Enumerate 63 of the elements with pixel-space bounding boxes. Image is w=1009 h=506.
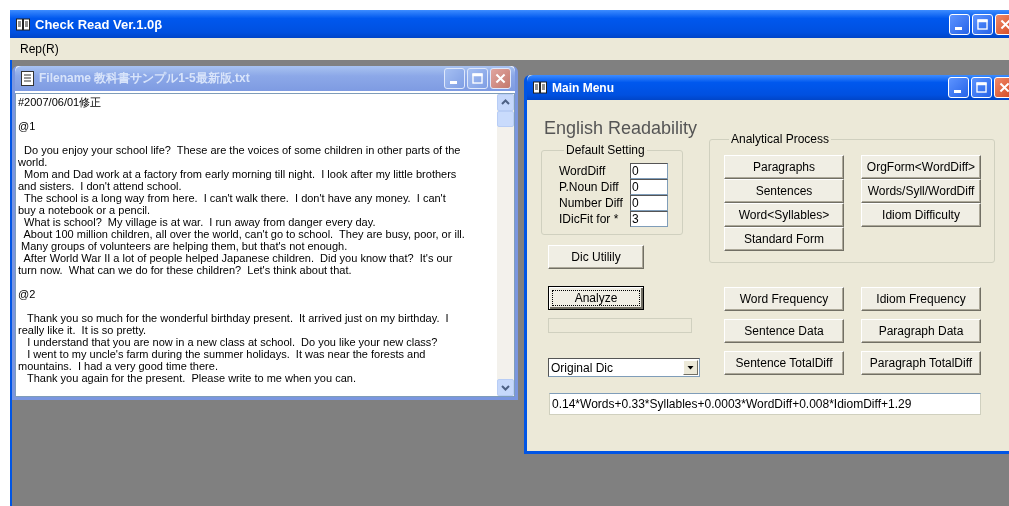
text-line: #2007/06/01修正 (18, 96, 103, 108)
document-icon (21, 71, 34, 86)
text-line: About 100 million children, all over the world, can't go to school. They are busy, poor, or ill. (22, 228, 466, 240)
window-title: Filename 教科書サンプル1-5最新版.txt (39, 70, 251, 87)
result-button[interactable]: Paragraph Data (861, 319, 981, 343)
result-button[interactable]: Sentence TotalDiff (724, 351, 844, 375)
group-label: Default Setting (565, 143, 646, 157)
scroll-up-button[interactable] (497, 94, 514, 111)
process-button[interactable]: Idiom Difficulty (861, 203, 981, 227)
text-line: world. (18, 156, 49, 168)
text-line: buy a notebook or a pencil. (18, 204, 152, 216)
analyze-button[interactable]: Analyze (548, 286, 644, 310)
result-button[interactable]: Sentence Data (724, 319, 844, 343)
process-button[interactable]: Standard Form (724, 227, 844, 251)
process-button[interactable]: Words/Syll/WordDiff (861, 179, 981, 203)
text-line: Thank you so much for the wonderful birthday present. It arrived just on my birthday. I (25, 312, 450, 324)
dropdown-button[interactable] (683, 360, 698, 375)
menu-item[interactable]: Rep(R) (18, 42, 61, 56)
book-icon (16, 17, 30, 31)
text-line: I understand that you are now in a new class at school. Do you like your new class? (26, 336, 439, 348)
text-line: mountains. I had a very good time there. (18, 360, 219, 372)
text-line: @2 (18, 288, 37, 300)
scroll-thumb[interactable] (497, 111, 514, 127)
formula-field[interactable]: 0.14*Words+0.33*Syllables+0.0003*WordDiff+0.008*IdiomDiff+1.29 (549, 393, 981, 415)
text-line: @1 (18, 120, 37, 132)
text-line: Many groups of volunteers are helping them, but that's not enough. (20, 240, 349, 252)
process-button[interactable]: Paragraphs (724, 155, 844, 179)
group-label: Analytical Process (730, 132, 831, 146)
minimize-icon (955, 26, 962, 30)
result-button[interactable]: Paragraph TotalDiff (861, 351, 981, 375)
window-title: Main Menu (552, 80, 615, 95)
field-label: WordDiff (559, 164, 607, 178)
input-field[interactable]: 0 (630, 179, 668, 195)
text-line: The school is a long way from here. I can't walk there. I don't have any money. I can't (22, 192, 447, 204)
process-button[interactable]: Sentences (724, 179, 844, 203)
text-line: Do you enjoy your school life? These are the voices of some children in other parts of the (23, 144, 462, 156)
process-button[interactable]: OrgForm<WordDiff> (861, 155, 981, 179)
dropdown-value: Original Dic (550, 360, 614, 375)
text-line: Mom and Dad work at a factory from early morning till night. I look after my little brothers (23, 168, 458, 180)
input-field[interactable]: 3 (630, 211, 668, 227)
dictionary-button[interactable]: Dic Utilily (548, 245, 644, 269)
input-field[interactable]: 0 (630, 163, 668, 179)
result-button[interactable]: Word Frequency (724, 287, 844, 311)
input-field[interactable]: 0 (630, 195, 668, 211)
process-button[interactable]: Word<Syllables> (724, 203, 844, 227)
result-button[interactable]: Idiom Frequency (861, 287, 981, 311)
text-line: turn now. What can we do for these children? Let's think about that. (18, 264, 353, 276)
field-label: IDicFit for * (559, 212, 620, 226)
text-line: really like it. It is so pretty. (18, 324, 148, 336)
book-icon (533, 81, 547, 94)
app-heading: English Readability (544, 118, 698, 139)
text-line: After World War II a lot of people helped Japanese children. Did you know that? It's our (22, 252, 454, 264)
text-line: What is school? My village is at war. I run away from danger every day. (23, 216, 377, 228)
minimize-icon (954, 90, 961, 93)
field-label: Number Diff (559, 196, 624, 210)
scroll-down-button[interactable] (497, 379, 514, 396)
text-line: Thank you again for the present. Please write to me when you can. (25, 372, 357, 384)
dictionary-dropdown[interactable]: Original Dic (548, 358, 700, 377)
minimize-icon (450, 81, 457, 84)
app-title: Check Read Ver.1.0β (35, 16, 164, 32)
text-line: I went to my uncle's farm during the summer holidays. It was near the forests and (26, 348, 427, 360)
text-line: and sisters. I don't attend school. (18, 180, 183, 192)
field-label: P.Noun Diff (559, 180, 620, 194)
